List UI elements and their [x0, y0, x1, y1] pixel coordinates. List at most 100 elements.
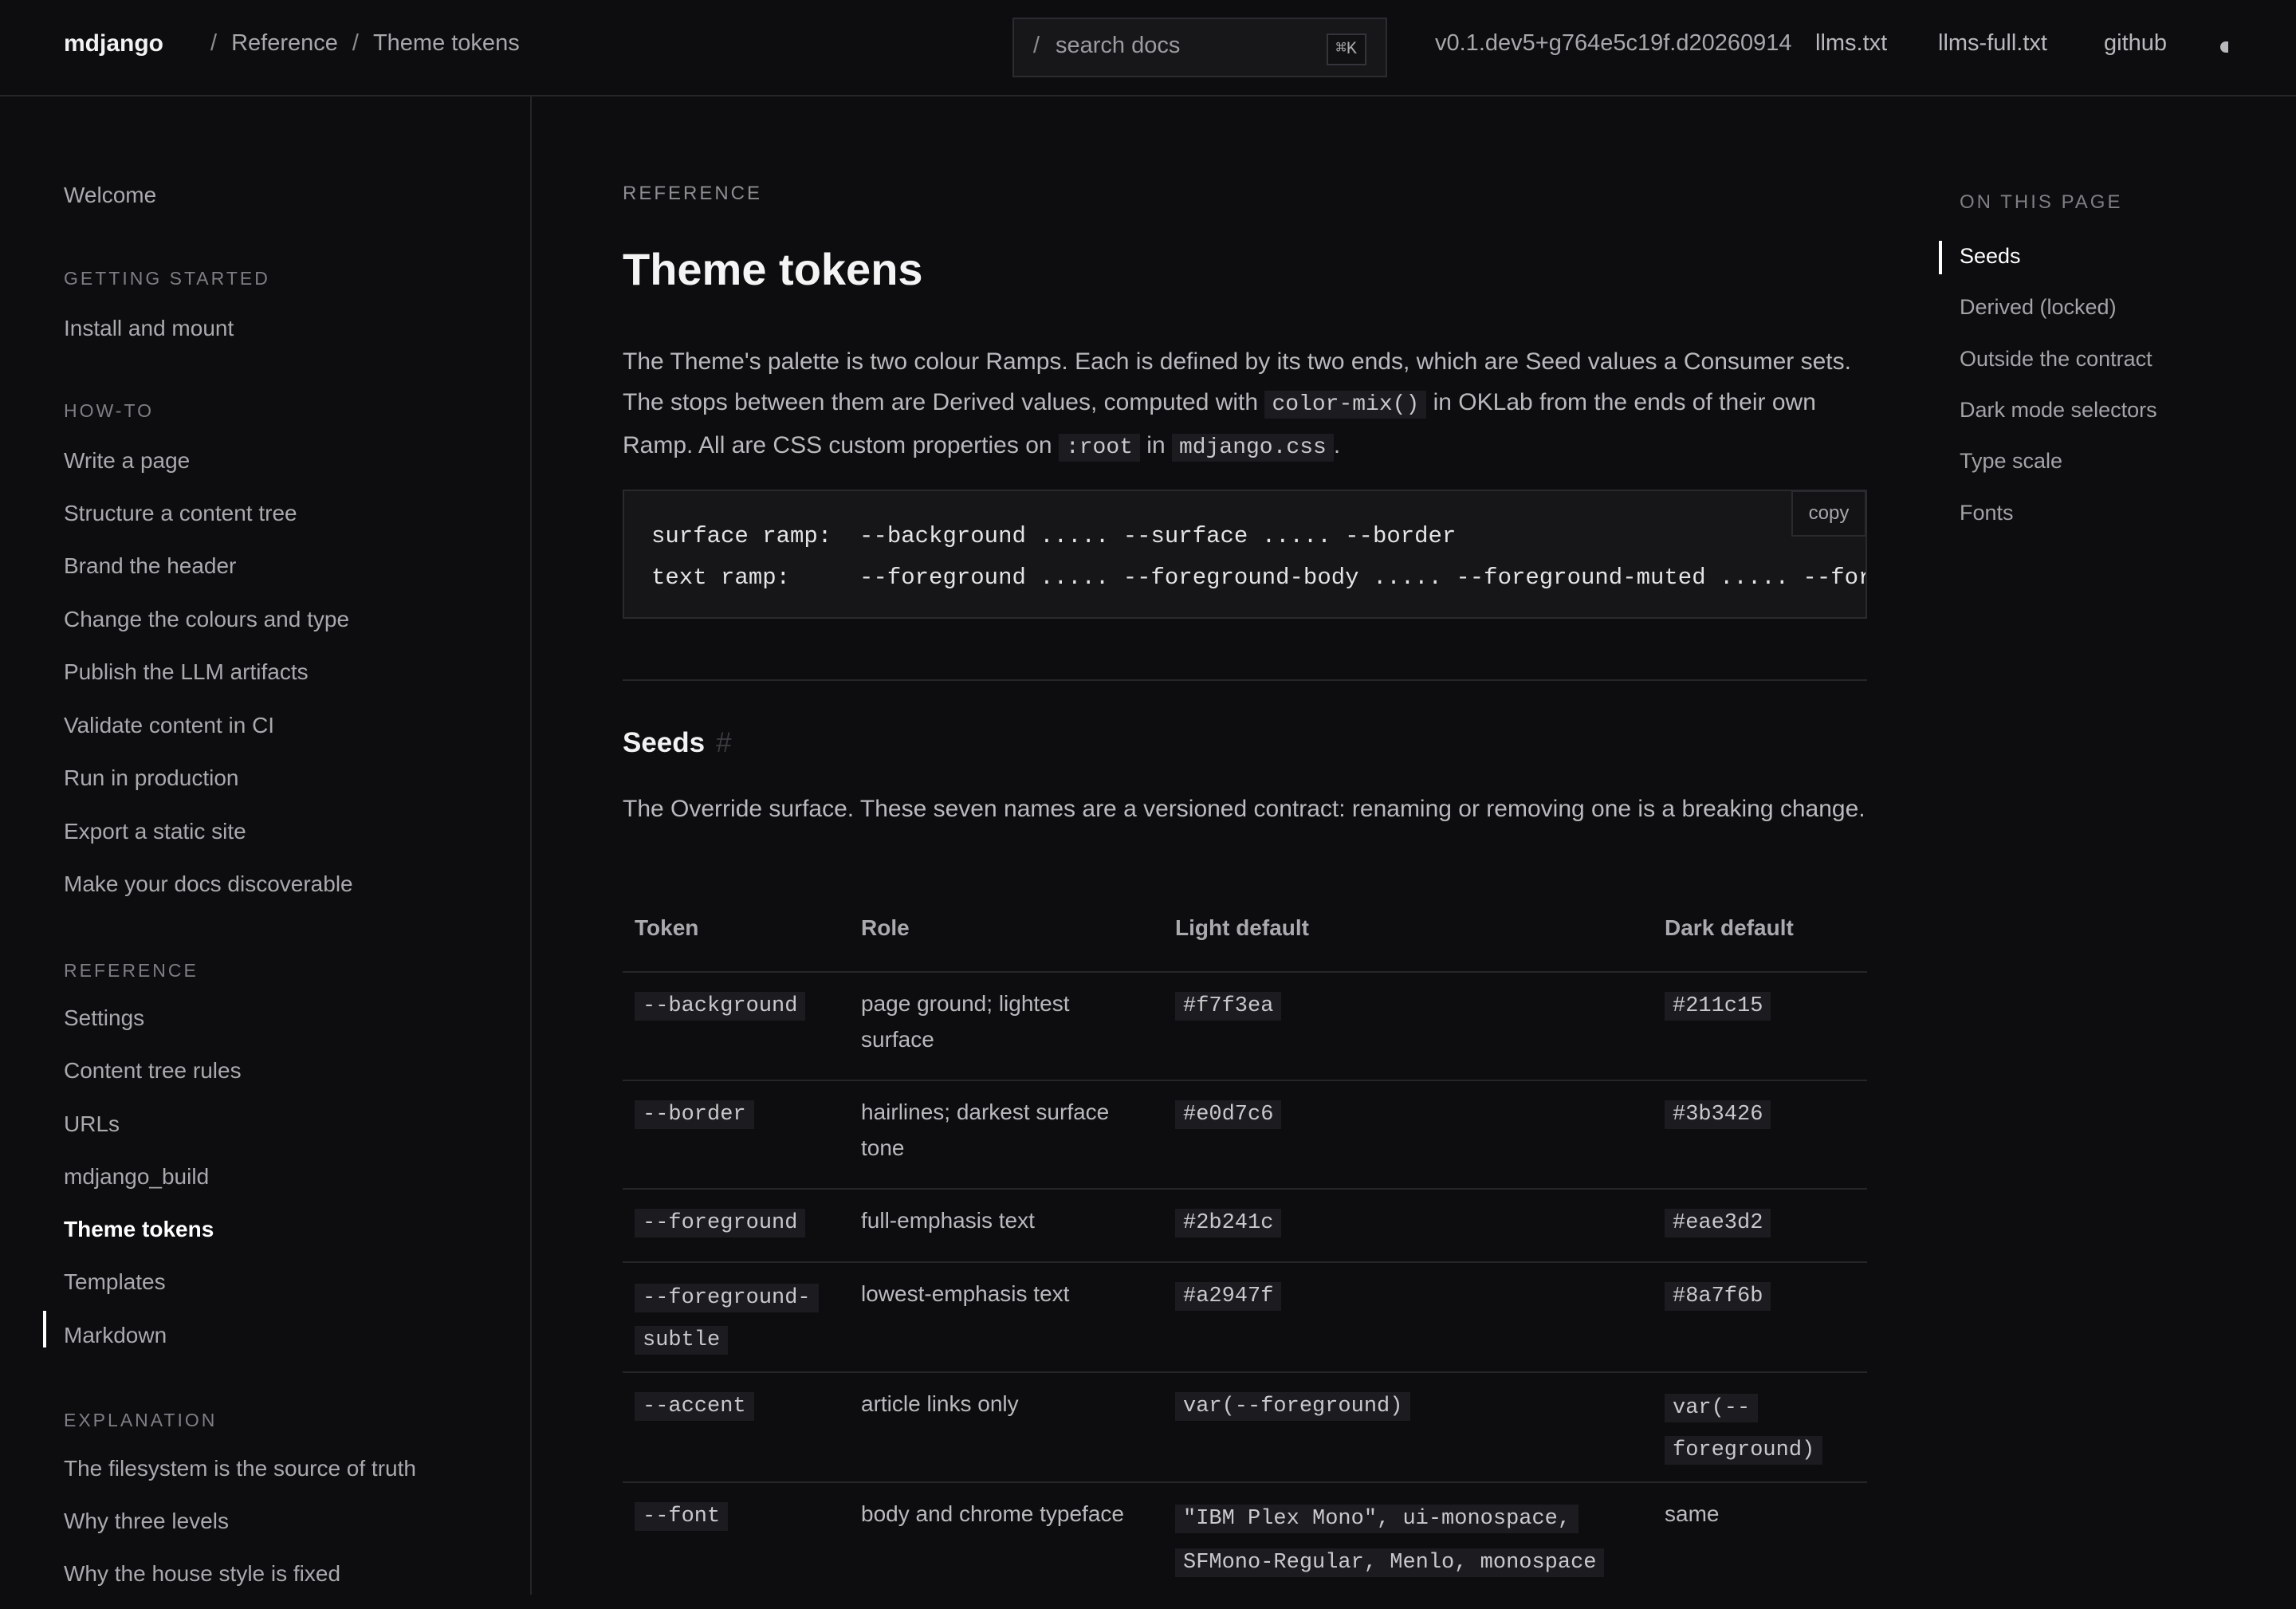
section-divider [623, 679, 1867, 681]
llms-full-txt-link[interactable]: llms-full.txt [1938, 30, 2047, 57]
sidebar-item-markdown[interactable]: Markdown [64, 1323, 167, 1348]
toc-heading: ON THIS PAGE [1960, 191, 2123, 213]
table-row: --border hairlines; darkest surface tone… [623, 1080, 1867, 1188]
toc-item-dark-mode-selectors[interactable]: Dark mode selectors [1960, 398, 2157, 423]
table-row: --background page ground; lightest surfa… [623, 971, 1867, 1080]
sidebar-item-settings[interactable]: Settings [64, 1005, 144, 1031]
toc-item-type-scale[interactable]: Type scale [1960, 449, 2062, 474]
page-eyebrow: REFERENCE [623, 183, 763, 204]
token-code: --background [635, 992, 806, 1021]
token-cell: --border [635, 1094, 842, 1133]
brand-logo-text[interactable]: mdjango [64, 30, 163, 57]
table-row: --foreground full-emphasis text #2b241c … [623, 1188, 1867, 1261]
token-code: --foreground [635, 1209, 806, 1237]
breadcrumb-separator: / [352, 30, 359, 56]
role-cell: body and chrome typeface [861, 1501, 1124, 1526]
search-input[interactable]: / search docs ⌘K [1012, 18, 1387, 77]
sidebar-item-content-tree-rules[interactable]: Content tree rules [64, 1058, 242, 1084]
token-code: --border [635, 1100, 754, 1129]
sidebar-item-export-static-site[interactable]: Export a static site [64, 819, 246, 844]
seeds-description: The Override surface. These seven names … [623, 796, 1866, 822]
intro-paragraph: The Theme's palette is two colour Ramps.… [623, 341, 1866, 468]
heading-anchor-link[interactable]: # [716, 727, 731, 758]
code-block-content: surface ramp: --background ..... --surfa… [651, 516, 1867, 599]
light-default-cell: #e0d7c6 [1175, 1094, 1637, 1133]
dark-default-cell: #8a7f6b [1665, 1276, 1864, 1315]
sidebar-active-indicator [43, 1311, 46, 1347]
table-header-light-default: Light default [1175, 915, 1309, 940]
light-default-code: #f7f3ea [1175, 992, 1282, 1021]
toc-item-fonts[interactable]: Fonts [1960, 501, 2014, 525]
light-default-cell: "IBM Plex Mono", ui-monospace, SFMono-Re… [1175, 1496, 1622, 1583]
intro-text: in [1146, 432, 1166, 458]
light-default-cell: #f7f3ea [1175, 985, 1637, 1025]
breadcrumb: / Reference / Theme tokens [210, 30, 520, 57]
sidebar-item-run-in-production[interactable]: Run in production [64, 765, 238, 791]
dark-default-code: #211c15 [1665, 992, 1771, 1021]
sidebar-item-structure-a-content-tree[interactable]: Structure a content tree [64, 501, 297, 526]
toc-item-seeds[interactable]: Seeds [1960, 244, 2021, 269]
sidebar-item-make-docs-discoverable[interactable]: Make your docs discoverable [64, 871, 353, 897]
page-title: Theme tokens [623, 244, 923, 294]
toc-item-derived-locked[interactable]: Derived (locked) [1960, 295, 2117, 320]
table-row: --foreground-subtle lowest-emphasis text… [623, 1261, 1867, 1371]
sidebar-item-publish-llm-artifacts[interactable]: Publish the LLM artifacts [64, 659, 309, 685]
toc-active-indicator [1939, 241, 1942, 274]
sidebar-item-theme-tokens[interactable]: Theme tokens [64, 1217, 214, 1242]
token-cell: --font [635, 1496, 842, 1535]
search-shortcut-badge: ⌘K [1326, 33, 1366, 65]
dark-default-cell: #eae3d2 [1665, 1202, 1864, 1241]
sidebar-item-why-house-style-fixed[interactable]: Why the house style is fixed [64, 1561, 340, 1587]
inline-code-mdjango-css: mdjango.css [1171, 434, 1334, 462]
token-cell: --accent [635, 1386, 842, 1425]
sidebar-item-validate-content-ci[interactable]: Validate content in CI [64, 713, 274, 738]
sidebar-nav: Welcome GETTING STARTED Install and moun… [0, 96, 532, 1595]
light-default-code: #2b241c [1175, 1209, 1282, 1237]
code-line: surface ramp: --background ..... --surfa… [651, 523, 1457, 549]
light-default-code: "IBM Plex Mono", ui-monospace, SFMono-Re… [1175, 1505, 1605, 1577]
code-line: text ramp: --foreground ..... --foregrou… [651, 565, 1867, 591]
inline-code-root: :root [1058, 434, 1140, 462]
search-slash-icon: / [1033, 33, 1040, 58]
table-header-token: Token [635, 915, 699, 940]
breadcrumb-current: Theme tokens [372, 30, 520, 56]
light-default-code: #a2947f [1175, 1282, 1282, 1311]
sidebar-item-templates[interactable]: Templates [64, 1269, 166, 1295]
sidebar-item-brand-the-header[interactable]: Brand the header [64, 553, 236, 579]
github-link[interactable]: github [2104, 30, 2167, 57]
intro-text: . [1333, 432, 1341, 458]
breadcrumb-reference[interactable]: Reference [231, 30, 338, 56]
dark-default-cell: var(-- foreground) [1665, 1386, 1824, 1470]
sidebar-item-install-and-mount[interactable]: Install and mount [64, 316, 234, 341]
llms-txt-link[interactable]: llms.txt [1815, 30, 1887, 57]
sidebar-item-change-colours-type[interactable]: Change the colours and type [64, 607, 349, 632]
sidebar-item-mdjango-build[interactable]: mdjango_build [64, 1164, 209, 1190]
sidebar-item-write-a-page[interactable]: Write a page [64, 448, 190, 474]
copy-button[interactable]: copy [1791, 491, 1866, 537]
dark-default-cell: #3b3426 [1665, 1094, 1864, 1133]
sidebar-item-why-three-levels[interactable]: Why three levels [64, 1509, 229, 1534]
sidebar-section-reference: REFERENCE [64, 960, 199, 981]
dark-default-cell: same [1665, 1501, 1720, 1526]
table-row: --font body and chrome typeface "IBM Ple… [623, 1481, 1867, 1609]
light-default-code: var(--foreground) [1175, 1392, 1411, 1421]
sidebar-section-getting-started: GETTING STARTED [64, 268, 270, 289]
toc-item-outside-the-contract[interactable]: Outside the contract [1960, 347, 2152, 372]
dark-default-code: #8a7f6b [1665, 1282, 1771, 1311]
light-default-code: #e0d7c6 [1175, 1100, 1282, 1129]
role-cell: article links only [861, 1391, 1019, 1416]
sidebar-item-urls[interactable]: URLs [64, 1111, 120, 1137]
moon-icon[interactable] [2220, 41, 2228, 53]
table-header-dark-default: Dark default [1665, 915, 1794, 940]
role-cell: hairlines; darkest surface tone [861, 1100, 1110, 1160]
role-cell: full-emphasis text [861, 1208, 1035, 1233]
light-default-cell: #a2947f [1175, 1276, 1637, 1315]
token-cell: --foreground-subtle [635, 1276, 826, 1360]
sidebar-item-filesystem-source-of-truth[interactable]: The filesystem is the source of truth [64, 1456, 416, 1481]
sidebar-item-welcome[interactable]: Welcome [64, 183, 156, 208]
token-code: --foreground-subtle [635, 1284, 819, 1355]
token-code: --font [635, 1502, 729, 1531]
token-cell: --background [635, 985, 842, 1025]
role-cell: page ground; lightest surface [861, 991, 1070, 1052]
top-header: mdjango / Reference / Theme tokens / search… [0, 0, 2296, 96]
